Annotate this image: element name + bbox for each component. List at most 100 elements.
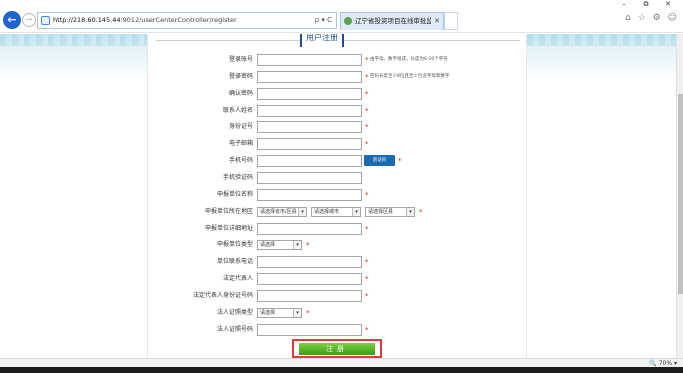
text-input[interactable] xyxy=(257,188,362,201)
text-input[interactable] xyxy=(257,222,362,235)
field-label: 登录密码 xyxy=(228,72,253,80)
right-background xyxy=(527,34,676,358)
address-toolbar: ← → http://218.60.145.44:9012/userCenter… xyxy=(0,9,683,33)
text-input[interactable] xyxy=(257,171,362,184)
chevron-down-icon: ▾ xyxy=(293,241,301,250)
tab-register[interactable]: 辽宁省投资项目在线审批监... ✕ xyxy=(340,12,444,30)
select-dropdown[interactable]: 请选择省市/区县 ▾ xyxy=(257,206,307,217)
required-asterisk: * xyxy=(365,291,369,300)
tab-favicon-icon xyxy=(344,17,352,25)
url-path: :9012/userCenterController/register xyxy=(120,16,237,24)
select-dropdown[interactable]: 请选择 ▾ xyxy=(257,240,302,251)
field-label: 法人证照号码 xyxy=(216,325,253,333)
page-viewport: 用户注册 登录账号 * 由字母、数字组成，长度为6-20个字符 登录密码 * 密码长度至少… xyxy=(0,34,676,358)
form-row: 确认密码 * xyxy=(148,86,528,102)
address-bar[interactable]: http://218.60.145.44:9012/userCenterCont… xyxy=(37,12,337,29)
forward-button[interactable]: → xyxy=(22,13,36,27)
taskbar xyxy=(0,367,683,373)
field-label: 电子邮箱 xyxy=(228,140,253,148)
chevron-down-icon: ▾ xyxy=(352,207,360,216)
form-row: 登录账号 * 由字母、数字组成，长度为6-20个字符 xyxy=(148,52,528,68)
form-row: 法定代表人 * xyxy=(148,271,528,287)
form-row: 申报单位详细地址 * xyxy=(148,221,528,237)
title-bar: – ⧉ ✕ xyxy=(0,0,683,9)
field-label: 申报单位所在地区 xyxy=(204,207,253,215)
status-bar: 🔍 70% ▾ xyxy=(0,358,683,367)
field-hint: 由字母、数字组成，长度为6-20个字符 xyxy=(370,57,448,62)
register-panel: 用户注册 登录账号 * 由字母、数字组成，长度为6-20个字符 登录密码 * 密码长度至少… xyxy=(147,34,527,358)
field-hint: 密码长度至少8位且至少包含字母和数字 xyxy=(370,73,450,79)
select-value: 请选择 xyxy=(260,309,276,316)
url-text[interactable]: http://218.60.145.44:9012/userCenterCont… xyxy=(53,13,237,28)
field-label: 申报单位名称 xyxy=(216,190,253,198)
text-input[interactable] xyxy=(257,273,362,286)
required-asterisk: * xyxy=(306,241,310,250)
scrollbar-thumb[interactable] xyxy=(678,94,683,294)
text-input[interactable] xyxy=(257,155,362,168)
register-button[interactable]: 注册 xyxy=(299,343,375,355)
field-label: 申报单位类型 xyxy=(216,241,253,249)
back-button[interactable]: ← xyxy=(3,11,21,29)
required-asterisk: * xyxy=(365,89,369,98)
chevron-down-icon: ▾ xyxy=(298,207,306,216)
left-background xyxy=(0,34,147,358)
form-row: 单位联系电话 * xyxy=(148,254,528,270)
search-refresh-icon[interactable]: ρ ▾ C xyxy=(315,13,332,28)
form-row: 手机号码 验证码 * xyxy=(148,153,528,169)
form-row: 申报单位所在地区 请选择省市/区县 ▾ 请选择城市 ▾ 请选择区县 ▾ * xyxy=(148,204,528,220)
field-label: 确认密码 xyxy=(228,89,253,97)
required-asterisk: * xyxy=(365,325,369,334)
field-label: 手机号码 xyxy=(228,157,253,165)
tab-title: 辽宁省投资项目在线审批监... xyxy=(355,17,431,25)
field-label: 法定代表人身份证号码 xyxy=(192,291,253,299)
select-dropdown[interactable]: 请选择区县 ▾ xyxy=(365,206,415,217)
select-value: 请选择城市 xyxy=(314,208,340,215)
field-label: 身份证号 xyxy=(228,123,253,131)
url-host: http://218.60.145.44 xyxy=(53,16,121,24)
required-asterisk: * xyxy=(365,224,369,233)
text-input[interactable] xyxy=(257,323,362,336)
tab-close-icon[interactable]: ✕ xyxy=(434,13,440,29)
required-asterisk: * xyxy=(365,123,369,132)
text-input[interactable] xyxy=(257,70,362,83)
select-value: 请选择省市/区县 xyxy=(260,208,297,215)
required-asterisk: * xyxy=(365,190,369,199)
field-label: 法人证照类型 xyxy=(216,308,253,316)
required-asterisk: * xyxy=(419,207,423,216)
browser-tool-icons[interactable]: ⌂ ☆ ⚙ ☺ xyxy=(625,13,679,23)
new-tab-button[interactable] xyxy=(444,12,458,30)
get-code-button[interactable]: 验证码 xyxy=(364,155,395,167)
minimize-button[interactable]: – xyxy=(616,0,632,9)
form-row: 联系人姓名 * xyxy=(148,103,528,119)
select-value: 请选择区县 xyxy=(368,208,394,215)
form-row: 电子邮箱 * xyxy=(148,136,528,152)
form-row: 法人证照号码 * xyxy=(148,322,528,338)
select-value: 请选择 xyxy=(260,242,276,249)
form-row: 法定代表人身份证号码 * xyxy=(148,288,528,304)
form-title: 用户注册 xyxy=(300,34,344,47)
required-asterisk: * xyxy=(365,106,369,115)
required-asterisk: * xyxy=(365,72,369,81)
required-asterisk: * xyxy=(306,308,310,317)
select-dropdown[interactable]: 请选择城市 ▾ xyxy=(311,206,361,217)
text-input[interactable] xyxy=(257,121,362,134)
required-asterisk: * xyxy=(365,258,369,267)
submit-highlight: 注册 xyxy=(292,339,382,358)
text-input[interactable] xyxy=(257,104,362,117)
text-input[interactable] xyxy=(257,87,362,100)
required-asterisk: * xyxy=(365,275,369,284)
text-input[interactable] xyxy=(257,256,362,269)
text-input[interactable] xyxy=(257,138,362,151)
form-row: 手机验证码 xyxy=(148,170,528,186)
field-label: 单位联系电话 xyxy=(216,258,253,266)
close-window-button[interactable]: ✕ xyxy=(660,0,676,9)
chevron-down-icon: ▾ xyxy=(293,308,301,317)
text-input[interactable] xyxy=(257,289,362,302)
vertical-scrollbar[interactable] xyxy=(676,34,683,358)
text-input[interactable] xyxy=(257,54,362,66)
select-dropdown[interactable]: 请选择 ▾ xyxy=(257,307,302,318)
restore-button[interactable]: ⧉ xyxy=(638,0,654,9)
field-label: 联系人姓名 xyxy=(222,106,253,114)
required-asterisk: * xyxy=(398,157,402,166)
form-row: 法人证照类型 请选择 ▾ * xyxy=(148,305,528,321)
